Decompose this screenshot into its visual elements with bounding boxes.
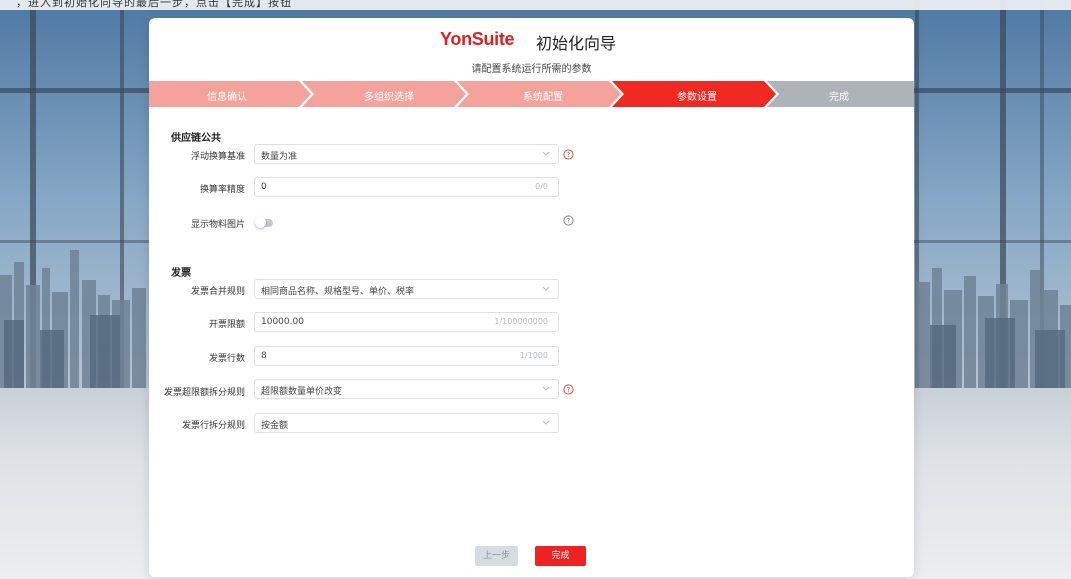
line-split-label: 发票行拆分规则 bbox=[181, 421, 245, 431]
top-note: ，进入到初始化向导的最后一步，点击【完成】按钮 bbox=[16, 0, 292, 9]
step-2-label: 多组织选择 bbox=[364, 92, 414, 103]
help-icon[interactable]: ? bbox=[563, 384, 574, 395]
step-4-label: 参数设置 bbox=[677, 92, 717, 103]
over-limit-split-select[interactable]: 超限额数量单价改变 bbox=[254, 379, 559, 399]
merge-rule-select[interactable]: 相同商品名称、规格型号、单价、税率 bbox=[254, 279, 559, 299]
svg-text:?: ? bbox=[567, 151, 571, 159]
chevron-down-icon bbox=[542, 386, 550, 391]
help-icon[interactable]: ? bbox=[563, 215, 574, 226]
chevron-down-icon bbox=[542, 151, 550, 156]
step-5-label: 完成 bbox=[829, 92, 849, 103]
limit-label: 开票限额 bbox=[208, 320, 245, 330]
limit-input[interactable]: 10000.00 1/100000000 bbox=[254, 312, 559, 332]
step-1-label: 信息确认 bbox=[207, 92, 247, 103]
float-basis-value: 数量为准 bbox=[261, 152, 298, 162]
logo-yon: Yon bbox=[440, 29, 472, 49]
wizard-title: 初始化向导 bbox=[536, 34, 617, 53]
lines-counter: 1/1000 bbox=[519, 351, 548, 360]
over-limit-split-label: 发票超限额拆分规则 bbox=[163, 388, 245, 398]
wizard-subtitle: 请配置系统运行所需的参数 bbox=[471, 64, 592, 75]
line-split-select[interactable]: 按金额 bbox=[254, 413, 559, 433]
wizard-steps: 信息确认 多组织选择 系统配置 参数设置 完成 bbox=[149, 81, 914, 107]
merge-rule-label: 发票合并规则 bbox=[190, 287, 245, 297]
lines-value: 8 bbox=[261, 351, 267, 361]
logo-suite: Suite bbox=[471, 29, 515, 49]
limit-counter: 1/100000000 bbox=[494, 317, 548, 326]
wizard-card: YonSuite 初始化向导 请配置系统运行所需的参数 信息确认 多组织选择 系… bbox=[149, 18, 914, 577]
show-image-label: 显示物料图片 bbox=[190, 220, 245, 230]
top-strip: ，进入到初始化向导的最后一步，点击【完成】按钮 bbox=[0, 0, 1071, 10]
done-button[interactable]: 完成 bbox=[535, 546, 586, 566]
precision-counter: 0/0 bbox=[535, 182, 548, 191]
lines-label: 发票行数 bbox=[208, 354, 245, 364]
chevron-down-icon bbox=[542, 286, 550, 291]
svg-text:?: ? bbox=[567, 217, 571, 225]
yonsuite-logo: YonSuite bbox=[440, 29, 515, 50]
section-supply-chain: 供应链公共 bbox=[171, 133, 221, 144]
step-3-label: 系统配置 bbox=[523, 92, 563, 103]
show-image-toggle[interactable] bbox=[255, 217, 273, 228]
over-limit-split-value: 超限额数量单价改变 bbox=[261, 387, 343, 397]
lines-input[interactable]: 8 1/1000 bbox=[254, 346, 559, 366]
wizard-header: YonSuite 初始化向导 请配置系统运行所需的参数 bbox=[149, 18, 914, 76]
section-invoice: 发票 bbox=[171, 268, 191, 279]
precision-label: 换算率精度 bbox=[199, 185, 245, 195]
float-basis-label: 浮动换算基准 bbox=[190, 152, 245, 162]
limit-value: 10000.00 bbox=[261, 317, 304, 327]
float-basis-select[interactable]: 数量为准 bbox=[254, 144, 559, 164]
svg-text:?: ? bbox=[567, 386, 571, 394]
precision-value: 0 bbox=[261, 182, 267, 192]
chevron-down-icon bbox=[542, 420, 550, 425]
line-split-value: 按金额 bbox=[261, 421, 289, 431]
precision-input[interactable]: 0 0/0 bbox=[254, 177, 559, 197]
merge-rule-value: 相同商品名称、规格型号、单价、税率 bbox=[261, 287, 415, 297]
help-icon[interactable]: ? bbox=[563, 149, 574, 160]
prev-button[interactable]: 上一步 bbox=[475, 546, 518, 566]
